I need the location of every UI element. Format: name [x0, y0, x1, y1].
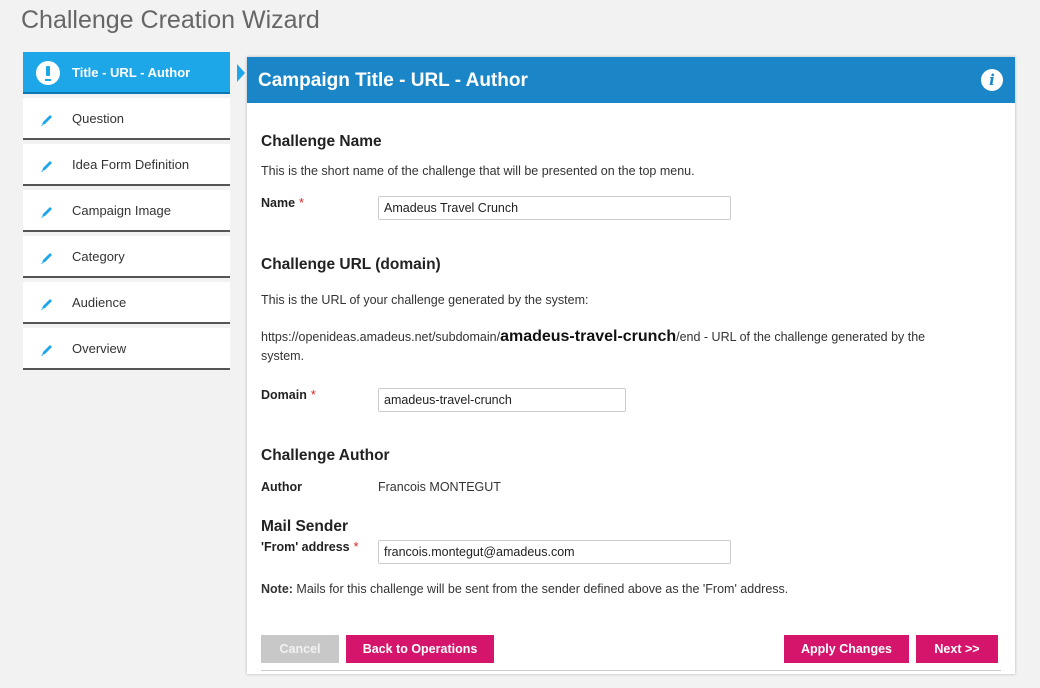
- step-label: Campaign Image: [72, 203, 171, 218]
- apply-changes-button[interactable]: Apply Changes: [784, 635, 909, 663]
- step-campaign-image[interactable]: Campaign Image: [23, 190, 230, 232]
- info-icon[interactable]: i: [981, 69, 1003, 91]
- domain-input[interactable]: [378, 388, 626, 412]
- challenge-name-heading: Challenge Name: [261, 133, 382, 150]
- required-mark: *: [310, 388, 316, 402]
- challenge-url-heading: Challenge URL (domain): [261, 256, 441, 273]
- next-button[interactable]: Next >>: [916, 635, 998, 663]
- url-prefix: https://openideas.amadeus.net/subdomain/: [261, 330, 501, 344]
- challenge-name-description: This is the short name of the challenge …: [261, 164, 695, 178]
- page-title: Challenge Creation Wizard: [21, 6, 320, 34]
- step-category[interactable]: Category: [23, 236, 230, 278]
- challenge-author-heading: Challenge Author: [261, 447, 390, 464]
- panel-title: Campaign Title - URL - Author: [258, 70, 528, 91]
- step-overview[interactable]: Overview: [23, 328, 230, 370]
- author-value: Francois MONTEGUT: [378, 480, 501, 494]
- step-idea-form-definition[interactable]: Idea Form Definition: [23, 144, 230, 186]
- required-mark: *: [353, 540, 359, 554]
- name-label: Name *: [261, 196, 304, 210]
- step-question[interactable]: Question: [23, 98, 230, 140]
- pencil-icon: [41, 299, 52, 310]
- divider: [261, 670, 1001, 671]
- wizard-steps-sidebar: Title - URL - Author Question Idea Form …: [23, 52, 245, 374]
- name-input[interactable]: [378, 196, 731, 220]
- challenge-url-text: https://openideas.amadeus.net/subdomain/…: [261, 327, 961, 366]
- url-domain: amadeus-travel-crunch: [500, 328, 677, 345]
- mail-sender-heading: Mail Sender: [261, 518, 348, 535]
- back-to-operations-button[interactable]: Back to Operations: [346, 635, 494, 663]
- from-address-label: 'From' address *: [261, 540, 359, 554]
- required-mark: *: [299, 196, 304, 210]
- pencil-icon: [41, 345, 52, 356]
- author-label: Author: [261, 480, 302, 494]
- step-audience[interactable]: Audience: [23, 282, 230, 324]
- domain-label: Domain *: [261, 388, 316, 402]
- pencil-icon: [41, 161, 52, 172]
- step-label: Idea Form Definition: [72, 157, 190, 172]
- active-step-arrow: [237, 64, 245, 82]
- cancel-button[interactable]: Cancel: [261, 635, 339, 663]
- step-label: Question: [72, 111, 125, 126]
- step-label: Title - URL - Author: [72, 65, 191, 80]
- pencil-icon: [41, 207, 52, 218]
- step-label: Category: [72, 249, 125, 264]
- mail-note: Note: Mails for this challenge will be s…: [261, 582, 789, 596]
- pencil-icon: [41, 253, 52, 264]
- exclamation-circle-icon: [36, 61, 60, 85]
- panel-header: Campaign Title - URL - Author i: [247, 57, 1015, 103]
- step-label: Overview: [72, 341, 127, 356]
- step-title-url-author[interactable]: Title - URL - Author: [23, 52, 245, 94]
- challenge-url-description: This is the URL of your challenge genera…: [261, 293, 589, 307]
- from-address-input[interactable]: [378, 540, 731, 564]
- pencil-icon: [41, 115, 52, 126]
- step-label: Audience: [72, 295, 127, 310]
- wizard-panel: Campaign Title - URL - Author i Challeng…: [247, 57, 1015, 674]
